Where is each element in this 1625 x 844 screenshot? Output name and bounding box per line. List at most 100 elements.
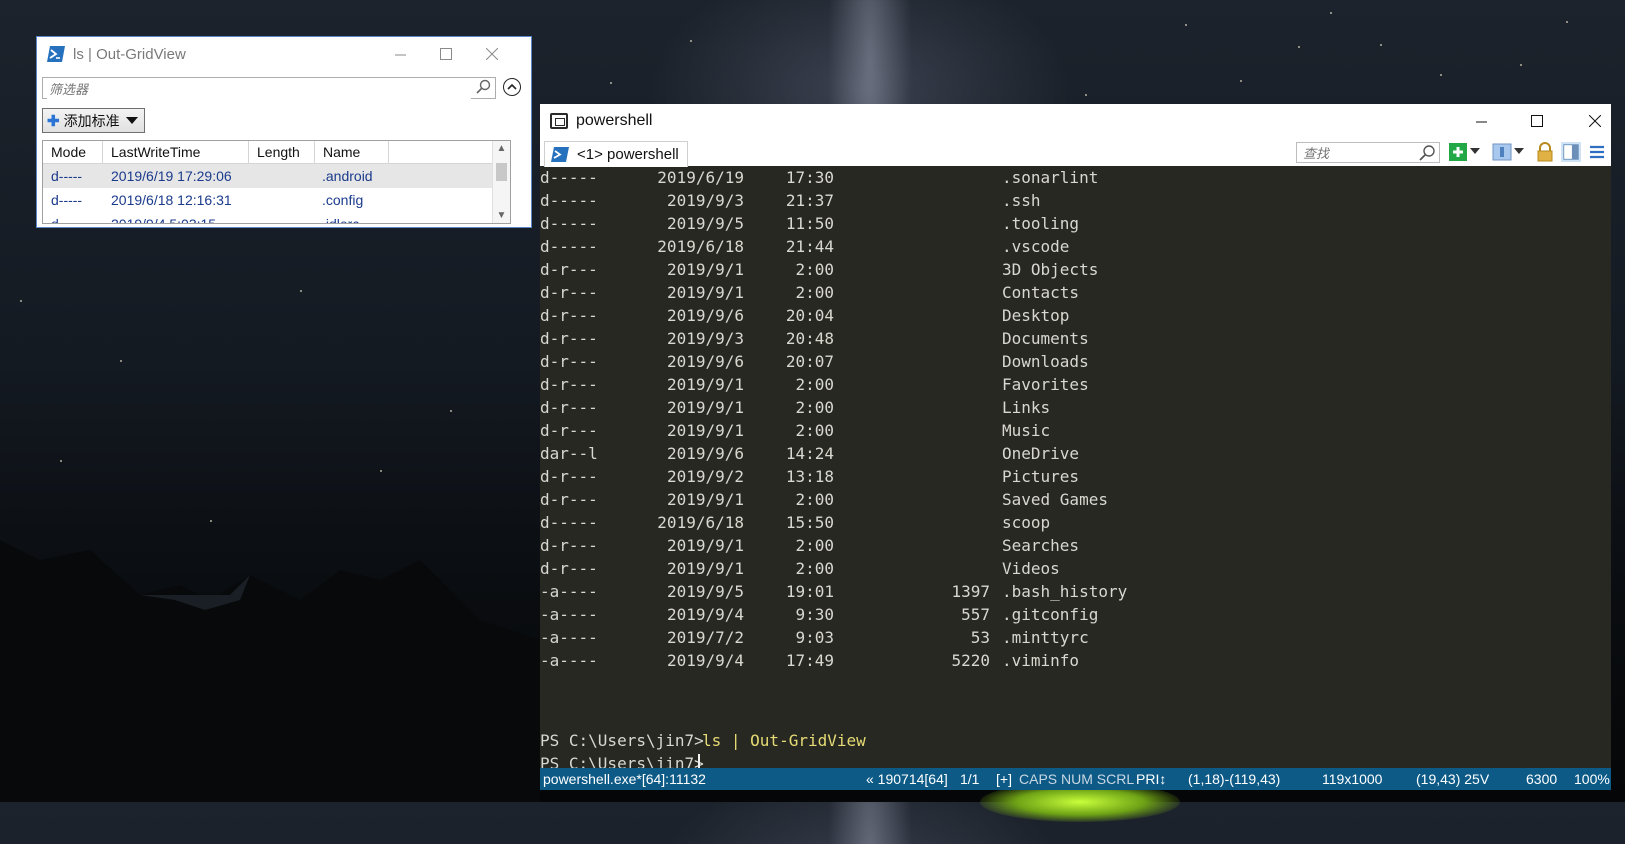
listing-length: 1397 [951,582,990,601]
listing-time: 2:00 [795,283,834,302]
listing-mode: d-r--- [540,559,598,578]
status-number[interactable]: 6300 [1526,768,1557,790]
window-title: ls | Out-GridView [73,45,186,63]
chevron-down-icon[interactable] [1514,148,1524,168]
status-selection[interactable]: (1,18)-(119,43) [1188,768,1280,790]
tab-powershell[interactable]: <1> powershell [544,141,688,167]
menu-icon[interactable] [1588,142,1606,162]
listing-date: 2019/6/18 [657,237,744,256]
gridview-titlebar[interactable]: ls | Out-GridView [37,37,531,71]
listing-mode: d-r--- [540,490,598,509]
console-titlebar[interactable]: powershell [540,104,1611,138]
cell-name: .config [322,192,364,208]
listing-date: 2019/9/2 [666,467,744,486]
column-header-length[interactable]: Length [249,141,315,163]
scrollbar-thumb[interactable] [496,163,507,181]
maximize-button[interactable] [423,37,469,71]
find-input[interactable] [1301,145,1423,162]
terminal-output[interactable]: PS C:\Users\jin7> ls | Out-GridView PS C… [540,166,1611,773]
tab-bar: <1> powershell [540,138,1611,168]
listing-date: 2019/9/1 [666,283,744,302]
listing-mode: d-r--- [540,421,598,440]
minimize-button[interactable] [1458,104,1504,138]
scroll-up-icon[interactable]: ▲ [493,143,510,154]
cell-length [249,212,315,223]
listing-time: 20:48 [785,329,834,348]
grid-header: Mode LastWriteTime Length Name [43,141,510,164]
listing-date: 2019/9/4 [666,651,744,670]
listing-name: Downloads [1002,352,1089,371]
listing-name: Searches [1002,536,1080,555]
column-header-name[interactable]: Name [315,141,389,163]
add-criteria-button[interactable]: ✚ 添加标准 [42,108,145,133]
listing-time: 2:00 [795,260,834,279]
grid-row[interactable]: d----- 2019/9/4 5:03:15 .idlerc [43,212,510,224]
listing-time: 14:24 [785,444,834,463]
filter-field[interactable] [42,77,496,99]
listing-date: 2019/9/3 [666,191,744,210]
cell-mode: d----- [51,216,83,224]
cell-name: .idlerc [322,216,360,224]
chevron-down-icon[interactable] [1470,148,1480,168]
listing-time: 2:00 [795,536,834,555]
minimize-button[interactable] [377,37,423,71]
listing-time: 20:07 [785,352,834,371]
listing-name: 3D Objects [1002,260,1099,279]
listing-time: 21:44 [785,237,834,256]
cell-length [249,164,315,188]
layout-icon[interactable] [1492,142,1512,162]
listing-mode: d-r--- [540,375,598,394]
status-keys[interactable]: CAPS NUM SCRL [1019,768,1134,790]
listing-time: 20:04 [785,306,834,325]
collapse-filter-button[interactable] [503,78,521,96]
status-position[interactable]: « 190714[64] [866,768,948,790]
close-button[interactable] [469,37,515,71]
status-buffer-size[interactable]: 119x1000 [1322,768,1382,790]
status-cursor[interactable]: (19,43) 25V [1416,768,1489,790]
column-header-lastwritetime[interactable]: LastWriteTime [103,141,249,163]
status-zoom[interactable]: 100% [1574,768,1610,790]
status-process[interactable]: powershell.exe*[64]:11132 [543,768,706,790]
listing-time: 9:30 [795,605,834,624]
listing-mode: d-r--- [540,352,598,371]
listing-name: Pictures [1002,467,1080,486]
listing-date: 2019/6/19 [657,168,744,187]
status-plus[interactable]: [+] [996,768,1012,790]
maximize-button[interactable] [1514,104,1560,138]
grid-row[interactable]: d----- 2019/6/18 12:16:31 .config [43,188,510,212]
listing-time: 11:50 [785,214,834,233]
status-pages[interactable]: 1/1 [960,768,979,790]
close-button[interactable] [1572,104,1618,138]
console-window: powershell <1> powershell 查找 PS C:\Users… [540,104,1611,790]
listing-time: 15:50 [785,513,834,532]
chevron-down-icon [125,117,138,124]
grid-row[interactable]: d----- 2019/6/19 17:29:06 .android [43,164,510,188]
listing-time: 2:00 [795,421,834,440]
listing-name: .ssh [1002,191,1041,210]
find-field[interactable] [1296,142,1440,163]
scroll-down-icon[interactable]: ▼ [493,210,510,221]
panel-toggle-icon[interactable] [1560,142,1582,162]
listing-name: Desktop [1002,306,1070,325]
listing-date: 2019/9/1 [666,260,744,279]
listing-date: 2019/9/6 [666,306,744,325]
listing-mode: d----- [540,168,598,187]
status-priority[interactable]: PRI↕ [1136,768,1166,790]
column-header-mode[interactable]: Mode [43,141,103,163]
cell-length [249,188,315,212]
grid-scrollbar[interactable]: ▲ ▼ [492,141,510,223]
lock-icon[interactable] [1536,142,1554,162]
new-console-icon[interactable] [1448,142,1468,162]
listing-mode: d----- [540,191,598,210]
listing-time: 9:03 [795,628,834,647]
close-icon [1589,115,1601,127]
cell-name: .android [322,168,373,184]
filter-input[interactable] [47,79,471,99]
cell-lastwritetime: 2019/6/18 12:16:31 [111,192,232,208]
console-app-icon [550,113,568,129]
terminal-prompt-line: PS C:\Users\jin7> ls | Out-GridView [540,729,866,752]
listing-name: .bash_history [1002,582,1128,601]
listing-name: Music [1002,421,1051,440]
listing-time: 13:18 [785,467,834,486]
listing-date: 2019/9/1 [666,398,744,417]
